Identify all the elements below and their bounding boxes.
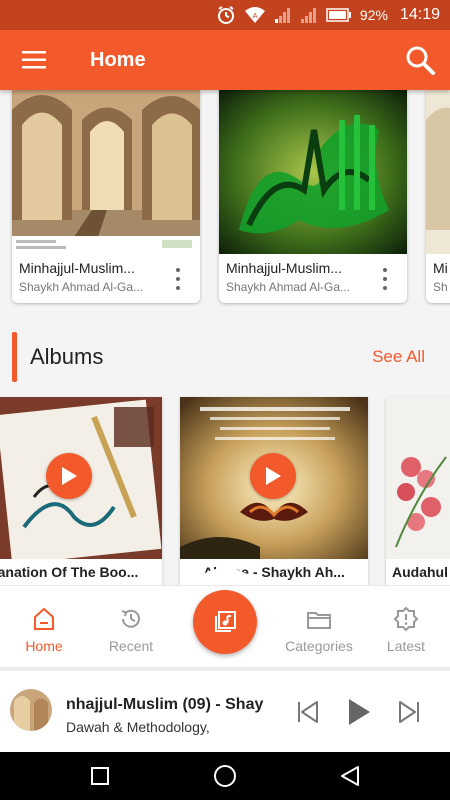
play-icon — [62, 467, 77, 485]
nav-latest[interactable]: Latest — [362, 606, 450, 656]
nav-home-label: Home — [25, 638, 63, 654]
status-time: 14:19 — [399, 6, 440, 23]
nav-home[interactable]: Home — [0, 606, 88, 656]
album-card[interactable]: Audahul — [386, 397, 450, 585]
track-title: Minhajjul-Muslim... — [226, 260, 342, 276]
more-vert-icon — [176, 268, 180, 272]
album-card[interactable]: Al-...ee - Shaykh Ah... — [180, 397, 368, 585]
recents-button[interactable] — [88, 764, 112, 788]
more-options-button[interactable] — [375, 268, 395, 290]
album-title: Audahul — [392, 564, 448, 580]
page-title: Home — [90, 49, 146, 71]
track-artist: Shaykh Ahmad Al-Ga... — [19, 280, 144, 294]
home-icon — [34, 607, 54, 630]
nav-categories-label: Categories — [285, 638, 353, 654]
albums-carousel[interactable]: anation Of The Boo... Al-...ee - Shaykh … — [0, 397, 450, 585]
more-vert-icon — [383, 268, 387, 272]
track-title: Minhajjul-Muslim... — [19, 260, 135, 276]
tracks-carousel[interactable]: Minhajjul-Muslim... Shaykh Ahmad Al-Ga..… — [0, 90, 450, 305]
albums-section-header: Albums See All — [0, 330, 450, 385]
play-icon — [266, 467, 281, 485]
battery-percent: 92% — [359, 7, 388, 23]
library-fab-button[interactable] — [193, 590, 257, 654]
track-thumbnail — [12, 90, 200, 254]
nav-categories[interactable]: Categories — [275, 606, 363, 656]
mini-player[interactable]: nhajjul-Muslim (09) - Shay Dawah & Metho… — [0, 667, 450, 752]
track-artist: Sh — [433, 280, 448, 294]
skip-previous-icon — [298, 701, 318, 723]
search-icon — [406, 46, 435, 75]
hamburger-menu-icon — [22, 51, 46, 69]
section-accent-bar — [12, 332, 17, 382]
skip-previous-button[interactable] — [293, 697, 323, 727]
albums-title: Albums — [30, 344, 104, 369]
album-play-button[interactable] — [46, 453, 92, 499]
see-all-link[interactable]: See All — [372, 347, 425, 367]
now-playing-title: nhajjul-Muslim (09) - Shay — [66, 696, 264, 713]
circle-home-icon — [214, 765, 236, 787]
track-card[interactable]: Minhajjul-Muslim... Shaykh Ahmad Al-Ga..… — [219, 90, 407, 303]
app-bar: Home — [0, 30, 450, 90]
back-button[interactable] — [338, 764, 362, 788]
history-icon — [121, 609, 140, 628]
track-thumbnail — [426, 90, 450, 254]
home-content[interactable]: Minhajjul-Muslim... Shaykh Ahmad Al-Ga..… — [0, 90, 450, 585]
search-button[interactable] — [402, 42, 438, 78]
system-navigation-bar — [0, 752, 450, 800]
status-icons: A 92% 14:19 — [216, 0, 440, 30]
home-system-button[interactable] — [213, 764, 237, 788]
triangle-back-icon — [341, 766, 359, 786]
signal-icon-2 — [300, 8, 316, 23]
album-title: anation Of The Boo... — [0, 564, 139, 580]
svg-text:A: A — [253, 12, 258, 20]
battery-icon — [326, 8, 351, 22]
menu-button[interactable] — [12, 43, 56, 77]
more-options-button[interactable] — [168, 268, 188, 290]
nav-latest-label: Latest — [386, 638, 426, 654]
signal-icon-1 — [274, 8, 290, 23]
album-thumbnail — [386, 397, 450, 559]
status-bar: A 92% 14:19 — [0, 0, 450, 30]
now-playing-subtitle: Dawah & Methodology, — [66, 719, 210, 735]
square-recents-icon — [91, 767, 109, 785]
skip-next-button[interactable] — [394, 697, 424, 727]
nav-recent-label: Recent — [108, 638, 154, 654]
track-title: Mi — [433, 260, 448, 276]
play-icon — [349, 699, 370, 725]
nav-recent[interactable]: Recent — [87, 606, 175, 656]
track-thumbnail — [219, 90, 407, 254]
skip-next-icon — [399, 701, 419, 723]
wifi-icon: A — [244, 7, 265, 23]
latest-gear-icon — [393, 606, 419, 632]
album-card[interactable]: anation Of The Boo... — [0, 397, 162, 585]
folder-icon — [307, 612, 331, 629]
track-card[interactable]: Minhajjul-Muslim... Shaykh Ahmad Al-Ga..… — [12, 90, 200, 303]
track-card[interactable]: Mi Sh — [426, 90, 450, 303]
track-artist: Shaykh Ahmad Al-Ga... — [226, 280, 351, 294]
now-playing-thumbnail — [10, 689, 52, 731]
play-button[interactable] — [344, 697, 374, 727]
album-play-button[interactable] — [250, 453, 296, 499]
library-music-icon — [215, 611, 236, 632]
alarm-icon — [217, 6, 234, 24]
